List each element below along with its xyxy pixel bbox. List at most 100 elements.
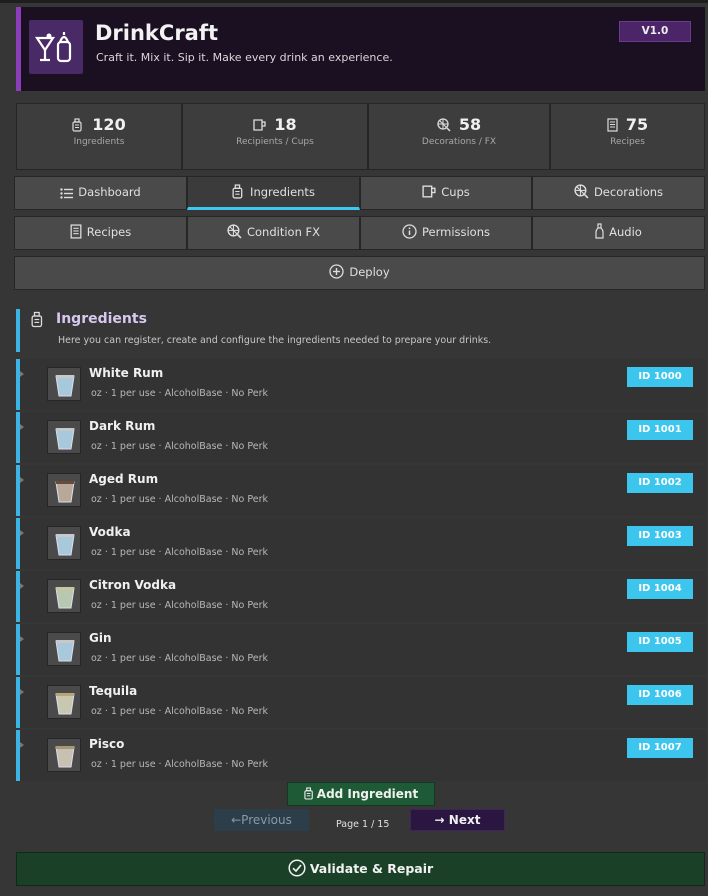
version-badge: V1.0 — [619, 21, 691, 42]
ingredient-row[interactable]: Aged Rum oz · 1 per use · AlcoholBase · … — [16, 465, 706, 516]
app-title: DrinkCraft — [95, 21, 219, 45]
ingredient-name: Vodka — [89, 525, 131, 539]
ingredient-row[interactable]: White Rum oz · 1 per use · AlcoholBase ·… — [16, 359, 706, 410]
tab-decorations[interactable]: Decorations — [532, 176, 705, 210]
glass-icon — [47, 685, 81, 719]
ingredient-id-badge: ID 1005 — [627, 632, 693, 652]
ingredient-id-badge: ID 1004 — [627, 579, 693, 599]
ingredient-id-badge: ID 1007 — [627, 738, 693, 758]
add-ingredient-button[interactable]: Add Ingredient — [287, 782, 435, 806]
ingredient-meta: oz · 1 per use · AlcoholBase · No Perk — [91, 388, 269, 399]
add-ingredient-label: Add Ingredient — [316, 787, 419, 801]
tab-audio[interactable]: Audio — [532, 216, 705, 250]
ingredient-id-badge: ID 1002 — [627, 473, 693, 493]
row-accent-bar — [16, 571, 20, 622]
expand-caret-icon[interactable] — [20, 742, 24, 748]
tab-ingredients[interactable]: Ingredients — [187, 176, 360, 210]
section-accent-bar — [16, 309, 20, 352]
cup-icon — [422, 185, 436, 198]
section-description: Here you can register, create and config… — [58, 335, 492, 346]
logo — [29, 20, 83, 74]
tab-decorations-label: Decorations — [593, 185, 664, 199]
expand-caret-icon[interactable] — [20, 689, 24, 695]
ingredient-name: Gin — [89, 631, 112, 645]
tab-cups[interactable]: Cups — [360, 176, 532, 210]
stat-cups-label: Recipients / Cups — [236, 137, 314, 147]
ingredient-icon — [72, 118, 82, 132]
expand-caret-icon[interactable] — [20, 583, 24, 589]
glass-icon — [47, 632, 81, 666]
ingredient-row[interactable]: Citron Vodka oz · 1 per use · AlcoholBas… — [16, 571, 706, 622]
ingredient-row[interactable]: Tequila oz · 1 per use · AlcoholBase · N… — [16, 677, 706, 728]
tab-permissions[interactable]: Permissions — [360, 216, 532, 250]
row-accent-bar — [16, 518, 20, 569]
row-accent-bar — [16, 412, 20, 463]
ingredient-icon — [304, 787, 313, 800]
expand-caret-icon[interactable] — [20, 477, 24, 483]
list-icon — [60, 188, 74, 199]
ingredient-icon — [31, 311, 43, 328]
tab-audio-label: Audio — [609, 225, 642, 239]
deploy-button[interactable]: Deploy — [14, 256, 705, 290]
stat-ingredients-label: Ingredients — [73, 137, 125, 147]
tab-dashboard-label: Dashboard — [78, 185, 141, 199]
ingredient-row[interactable]: Gin oz · 1 per use · AlcoholBase · No Pe… — [16, 624, 706, 675]
tab-condition-fx[interactable]: Condition FX — [187, 216, 360, 250]
ingredient-name: White Rum — [89, 366, 164, 380]
recipe-icon — [70, 224, 82, 239]
ingredient-id-badge: ID 1000 — [627, 367, 693, 387]
tab-permissions-label: Permissions — [421, 225, 491, 239]
bottle-icon — [595, 223, 604, 239]
plus-circle-icon — [329, 264, 345, 279]
ingredient-meta: oz · 1 per use · AlcoholBase · No Perk — [91, 706, 269, 717]
ingredient-meta: oz · 1 per use · AlcoholBase · No Perk — [91, 441, 269, 452]
glass-icon — [47, 367, 81, 401]
ingredient-row[interactable]: Pisco oz · 1 per use · AlcoholBase · No … — [16, 730, 706, 781]
stat-decorations-value: 58 — [458, 115, 482, 134]
ingredient-id-badge: ID 1001 — [627, 420, 693, 440]
tab-recipes[interactable]: Recipes — [14, 216, 187, 250]
expand-caret-icon[interactable] — [20, 530, 24, 536]
next-button[interactable]: → Next — [410, 809, 505, 831]
glass-icon — [47, 526, 81, 560]
stat-cups-value: 18 — [274, 115, 297, 134]
row-accent-bar — [16, 465, 20, 516]
cup-icon — [253, 119, 267, 131]
stat-ingredients-value: 120 — [92, 115, 126, 134]
validate-repair-button[interactable]: Validate & Repair — [16, 852, 705, 886]
expand-caret-icon[interactable] — [20, 371, 24, 377]
next-label: Next — [448, 813, 481, 827]
ingredient-id-badge: ID 1006 — [627, 685, 693, 705]
stat-decorations-label: Decorations / FX — [421, 137, 497, 147]
stat-cups: 18 Recipients / Cups — [182, 103, 368, 170]
tab-recipes-label: Recipes — [86, 225, 132, 239]
stat-decorations: 58 Decorations / FX — [368, 103, 550, 170]
row-accent-bar — [16, 359, 20, 410]
deploy-label: Deploy — [349, 265, 390, 279]
ingredient-name: Tequila — [89, 684, 138, 698]
window-top-border — [0, 0, 708, 3]
tab-condition-fx-label: Condition FX — [246, 225, 321, 239]
validate-label: Validate & Repair — [309, 861, 434, 876]
stat-recipes-label: Recipes — [610, 137, 645, 147]
ingredient-icon — [232, 184, 243, 199]
tab-ingredients-label: Ingredients — [250, 185, 315, 199]
ingredient-row[interactable]: Dark Rum oz · 1 per use · AlcoholBase · … — [16, 412, 706, 463]
expand-caret-icon[interactable] — [20, 424, 24, 430]
ingredient-name: Pisco — [89, 737, 125, 751]
ingredient-id-badge: ID 1003 — [627, 526, 693, 546]
previous-button[interactable]: ←Previous — [214, 809, 309, 831]
row-accent-bar — [16, 677, 20, 728]
ingredient-name: Citron Vodka — [89, 578, 177, 592]
ingredient-meta: oz · 1 per use · AlcoholBase · No Perk — [91, 600, 269, 611]
stat-recipes: 75 Recipes — [550, 103, 705, 170]
ingredient-row[interactable]: Vodka oz · 1 per use · AlcoholBase · No … — [16, 518, 706, 569]
previous-label: Previous — [241, 813, 292, 827]
glass-icon — [47, 473, 81, 507]
expand-caret-icon[interactable] — [20, 636, 24, 642]
lemon-icon — [574, 184, 589, 199]
tab-dashboard[interactable]: Dashboard — [14, 176, 187, 210]
row-accent-bar — [16, 624, 20, 675]
arrow-left-icon: ← — [231, 813, 242, 827]
lemon-icon — [437, 118, 451, 132]
